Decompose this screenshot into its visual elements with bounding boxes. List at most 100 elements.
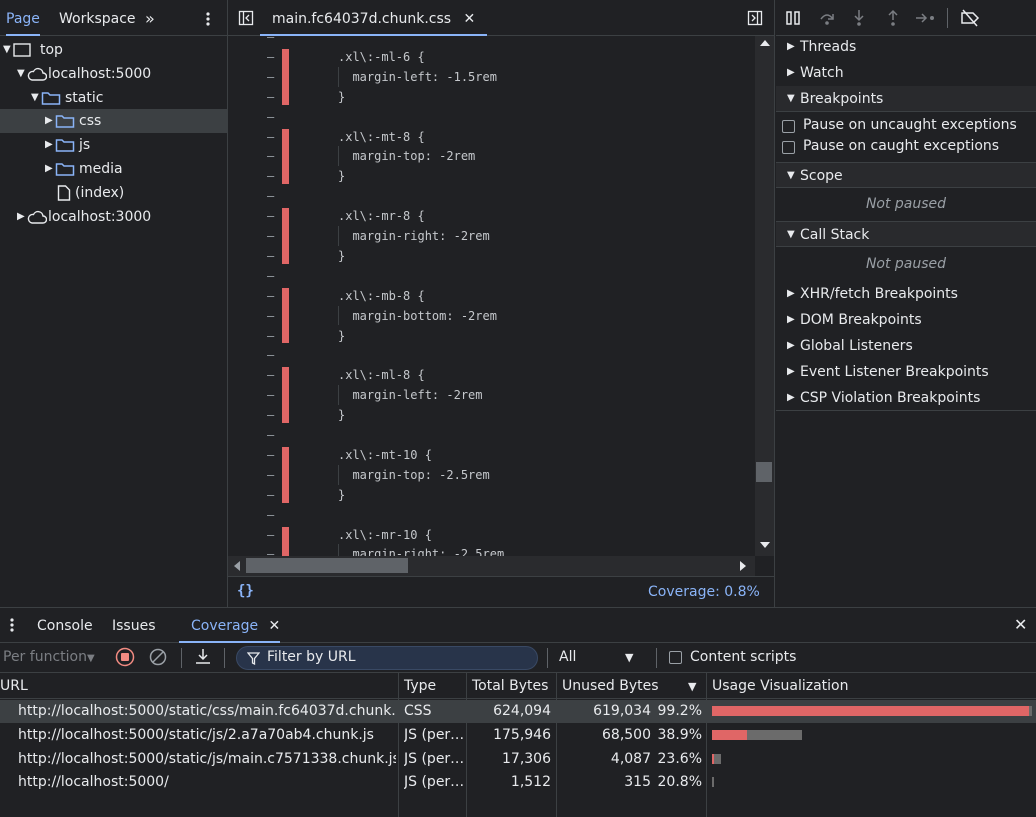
section-csp-violation-breakpoints[interactable]: ▶ CSP Violation Breakpoints	[776, 385, 1036, 411]
deactivate-breakpoints-icon[interactable]	[960, 9, 980, 27]
tree-item-top[interactable]: ▼ top	[0, 38, 227, 62]
tree-item-css[interactable]: ▶ css	[0, 109, 227, 134]
collapsed-arrow-icon[interactable]: ▶	[45, 109, 53, 133]
unused-code-bar	[282, 208, 289, 264]
pause-caught-checkbox[interactable]	[782, 141, 795, 154]
tree-item-js[interactable]: ▶ js	[0, 133, 227, 157]
section-call-stack-label: Call Stack	[800, 227, 870, 243]
row-unused-percent: 23.6%	[657, 750, 702, 767]
more-tabs-button[interactable]: »	[145, 0, 155, 36]
coverage-gutter-marker: –	[267, 209, 275, 224]
scroll-left-icon[interactable]	[234, 561, 240, 571]
close-coverage-tab-icon[interactable]: ✕	[269, 618, 281, 634]
row-unused-percent: 38.9%	[657, 726, 702, 743]
scroll-right-icon[interactable]	[740, 561, 746, 571]
row-unused-bytes: 4,087	[610, 750, 651, 767]
row-type: JS (per…	[404, 726, 464, 743]
section-threads[interactable]: ▶ Threads	[776, 34, 1036, 60]
tree-item-localhost-3000[interactable]: ▶ localhost:3000	[0, 205, 227, 229]
scroll-down-icon[interactable]	[760, 542, 770, 548]
content-scripts-checkbox[interactable]	[669, 651, 682, 664]
section-watch[interactable]: ▶ Watch	[776, 60, 1036, 86]
frame-icon	[13, 43, 31, 57]
cloud-icon	[27, 67, 47, 81]
section-dom-breakpoints[interactable]: ▶ DOM Breakpoints	[776, 307, 1036, 333]
stop-recording-icon[interactable]	[115, 647, 135, 667]
unused-code-bar	[282, 48, 289, 105]
table-row[interactable]: http://localhost:5000/JS (per… 1,512 315 20…	[0, 771, 1036, 794]
toggle-debugger-icon[interactable]	[747, 10, 763, 26]
step-out-icon[interactable]	[886, 9, 900, 27]
tree-item-media[interactable]: ▶ media	[0, 157, 227, 181]
row-url: http://localhost:5000/	[18, 774, 169, 791]
editor-status-bar: {} Coverage: 0.8%	[228, 576, 775, 607]
tab-page[interactable]: Page	[6, 0, 40, 36]
coverage-gutter-marker: –	[267, 229, 275, 243]
editor-file-tab[interactable]: main.fc64037d.chunk.css ✕	[260, 0, 488, 36]
code-line: margin-right: -2.5rem	[338, 547, 505, 556]
tab-console[interactable]: Console	[37, 608, 93, 643]
collapsed-arrow-icon[interactable]: ▶	[45, 133, 53, 157]
coverage-gutter-marker: –	[267, 89, 275, 104]
export-icon[interactable]	[194, 648, 212, 666]
bottom-drawer: Console Issues Coverage ✕ ✕ Per function…	[0, 607, 1036, 817]
section-watch-label: Watch	[800, 65, 844, 81]
col-unused-bytes[interactable]: Unused Bytes	[562, 673, 659, 699]
expanded-arrow-icon[interactable]: ▼	[31, 86, 39, 110]
pause-caught-label[interactable]: Pause on caught exceptions	[803, 138, 999, 154]
code-line: }	[338, 248, 346, 263]
code-line: .xl\:-ml-6 {	[338, 49, 425, 64]
col-total-bytes[interactable]: Total Bytes	[472, 673, 548, 699]
coverage-table-header: URL Type Total Bytes Unused Bytes ▼ Usag…	[0, 673, 1036, 699]
clear-icon[interactable]	[149, 648, 167, 666]
close-drawer-icon[interactable]: ✕	[1014, 615, 1027, 634]
section-breakpoints[interactable]: ▼ Breakpoints	[776, 86, 1036, 112]
coverage-status[interactable]: Coverage: 0.8%	[648, 584, 760, 600]
toggle-navigator-icon[interactable]	[238, 10, 254, 26]
step-into-icon[interactable]	[852, 9, 866, 27]
pretty-print-button[interactable]: {}	[237, 583, 254, 599]
expanded-arrow-icon[interactable]: ▼	[17, 62, 25, 86]
content-scripts-label[interactable]: Content scripts	[690, 649, 796, 665]
col-type[interactable]: Type	[404, 673, 436, 699]
pause-uncaught-checkbox[interactable]	[782, 120, 795, 133]
code-area[interactable]: – – .xl\:-ml-6 {– margin-left: -1.5rem –} – –…	[228, 36, 755, 556]
col-usage-visualization[interactable]: Usage Visualization	[712, 673, 849, 699]
pause-uncaught-label[interactable]: Pause on uncaught exceptions	[803, 117, 1017, 133]
vertical-scrollbar[interactable]	[755, 36, 774, 556]
table-row[interactable]: http://localhost:5000/static/js/2.a7a70a…	[0, 724, 1036, 747]
tab-coverage[interactable]: Coverage ✕	[179, 608, 281, 643]
pause-icon[interactable]	[785, 11, 801, 25]
collapsed-arrow-icon[interactable]: ▶	[17, 205, 25, 229]
horizontal-scroll-thumb[interactable]	[246, 558, 408, 573]
expanded-arrow-icon[interactable]: ▼	[3, 38, 11, 62]
tree-item-static[interactable]: ▼ static	[0, 86, 227, 110]
tree-item--index-[interactable]: (index)	[0, 181, 227, 205]
drawer-menu-icon[interactable]	[9, 617, 15, 633]
section-xhr-fetch-breakpoints[interactable]: ▶ XHR/fetch Breakpoints	[776, 281, 1036, 307]
type-filter-select[interactable]: All ▼	[559, 649, 639, 665]
vertical-scroll-thumb[interactable]	[756, 462, 772, 482]
step-icon[interactable]	[915, 12, 937, 24]
table-row[interactable]: http://localhost:5000/static/js/main.c75…	[0, 748, 1036, 771]
more-options-icon[interactable]	[204, 11, 212, 27]
section-call-stack[interactable]: ▼ Call Stack	[776, 221, 1036, 247]
tree-item-localhost-5000[interactable]: ▼ localhost:5000	[0, 62, 227, 86]
section-scope[interactable]: ▼ Scope	[776, 162, 1036, 188]
tab-workspace[interactable]: Workspace	[59, 0, 136, 36]
filter-url-input[interactable]: Filter by URL	[236, 646, 538, 670]
tree-item-label: js	[79, 137, 91, 154]
row-unused-percent: 20.8%	[657, 774, 702, 791]
section-event-listener-breakpoints[interactable]: ▶ Event Listener Breakpoints	[776, 359, 1036, 385]
per-function-select[interactable]: Per function▼	[3, 649, 95, 665]
table-row[interactable]: http://localhost:5000/static/css/main.fc…	[0, 700, 1036, 723]
scroll-up-icon[interactable]	[760, 40, 770, 46]
close-tab-icon[interactable]: ✕	[464, 11, 476, 27]
tab-issues[interactable]: Issues	[112, 608, 156, 643]
code-line: margin-left: -1.5rem	[338, 69, 497, 84]
step-over-icon[interactable]	[818, 10, 836, 26]
collapsed-arrow-icon[interactable]: ▶	[45, 157, 53, 181]
section-global-listeners[interactable]: ▶ Global Listeners	[776, 333, 1036, 359]
horizontal-scrollbar[interactable]	[228, 556, 755, 576]
col-url[interactable]: URL	[0, 673, 28, 699]
